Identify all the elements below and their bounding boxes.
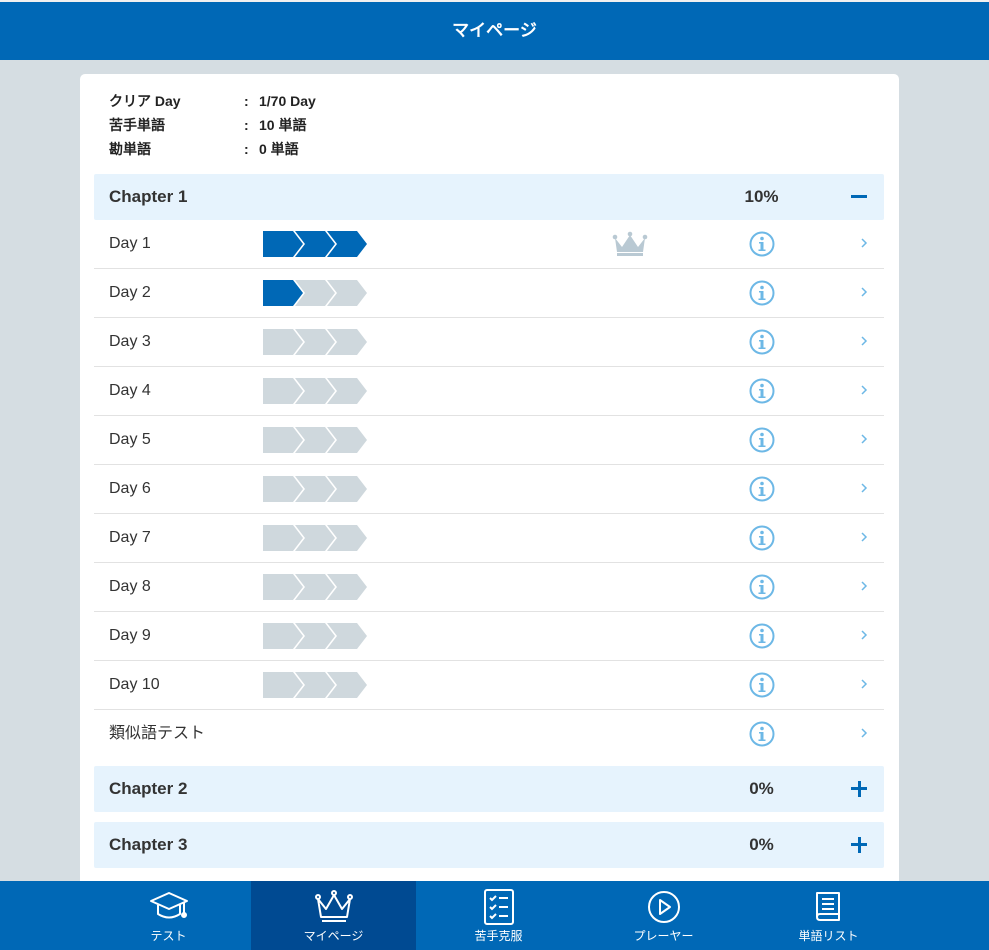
day-row[interactable]: Day 5 bbox=[94, 416, 884, 465]
nav-tab-label: プレーヤー bbox=[633, 929, 694, 943]
info-icon[interactable] bbox=[749, 672, 775, 698]
minus-icon[interactable] bbox=[851, 174, 869, 220]
day-label: Day 8 bbox=[109, 578, 151, 595]
page-title: マイページ bbox=[452, 21, 537, 40]
plus-icon[interactable] bbox=[851, 822, 869, 868]
info-icon[interactable] bbox=[749, 427, 775, 453]
day-row[interactable]: Day 3 bbox=[94, 318, 884, 367]
chevron-step-icon bbox=[263, 231, 367, 257]
day-label: Day 3 bbox=[109, 333, 151, 350]
chapter-header-2[interactable]: Chapter 2 0% bbox=[94, 766, 884, 812]
chevron-step-icon bbox=[263, 280, 367, 306]
day-row[interactable]: Day 9 bbox=[94, 612, 884, 661]
graduation-cap-icon bbox=[149, 892, 188, 919]
bottom-nav: テスト マイページ 苦手克服 プレーヤー 単語リスト bbox=[0, 881, 989, 950]
similar-test-label: 類似語テスト bbox=[109, 725, 206, 742]
info-icon[interactable] bbox=[749, 231, 775, 257]
chapter-header-3[interactable]: Chapter 3 0% bbox=[94, 822, 884, 868]
chevron-right-icon[interactable] bbox=[859, 480, 869, 496]
chevron-right-icon[interactable] bbox=[859, 382, 869, 398]
day-row[interactable]: Day 2 bbox=[94, 269, 884, 318]
day-label: Day 2 bbox=[109, 284, 151, 301]
chapter-name: Chapter 2 bbox=[109, 779, 188, 798]
chevron-step-icon bbox=[263, 329, 367, 355]
nav-tab-label: マイページ bbox=[303, 929, 364, 943]
chevron-step-icon bbox=[263, 476, 367, 502]
chevron-right-icon[interactable] bbox=[859, 284, 869, 300]
nav-tab-test[interactable]: テスト bbox=[86, 881, 251, 950]
chevron-right-icon[interactable] bbox=[859, 529, 869, 545]
info-icon[interactable] bbox=[749, 623, 775, 649]
chevron-step-icon bbox=[263, 427, 367, 453]
nav-tab-label: 苦手克服 bbox=[474, 929, 523, 943]
info-icon[interactable] bbox=[749, 525, 775, 551]
summary-row-guess-words: 勘単語 : 0 単語 bbox=[109, 141, 299, 157]
plus-icon[interactable] bbox=[851, 766, 869, 812]
chapter-percent: 10% bbox=[744, 187, 779, 206]
day-row[interactable]: Day 10 bbox=[94, 661, 884, 710]
day-row[interactable]: Day 4 bbox=[94, 367, 884, 416]
day-row[interactable]: Day 6 bbox=[94, 465, 884, 514]
day-label: Day 6 bbox=[109, 480, 151, 497]
chapter-name: Chapter 3 bbox=[109, 835, 188, 854]
chapter-name: Chapter 1 bbox=[109, 187, 188, 206]
info-icon[interactable] bbox=[749, 378, 775, 404]
similar-test-row[interactable]: 類似語テスト bbox=[94, 710, 884, 759]
day-row[interactable]: Day 7 bbox=[94, 514, 884, 563]
play-icon bbox=[647, 891, 680, 923]
info-icon[interactable] bbox=[749, 574, 775, 600]
info-icon[interactable] bbox=[749, 329, 775, 355]
summary: クリア Day : 1/70 Day 苦手単語 : 10 単語 勘単語 : 0 … bbox=[109, 89, 316, 161]
day-label: Day 9 bbox=[109, 627, 151, 644]
nav-tab-weak[interactable]: 苦手克服 bbox=[416, 881, 581, 950]
chapter-header-1[interactable]: Chapter 1 10% bbox=[94, 174, 884, 220]
chapter-percent: 0% bbox=[749, 779, 774, 798]
content-card: クリア Day : 1/70 Day 苦手単語 : 10 単語 勘単語 : 0 … bbox=[80, 74, 899, 904]
chevron-right-icon[interactable] bbox=[859, 333, 869, 349]
book-icon bbox=[815, 892, 840, 921]
chevron-step-icon bbox=[263, 623, 367, 649]
chevron-step-icon bbox=[263, 672, 367, 698]
chevron-step-icon bbox=[263, 574, 367, 600]
info-icon[interactable] bbox=[749, 721, 775, 747]
chapter-percent: 0% bbox=[749, 835, 774, 854]
crown-icon bbox=[314, 890, 353, 922]
chevron-step-icon bbox=[263, 525, 367, 551]
day-label: Day 1 bbox=[109, 235, 151, 252]
day-label: Day 4 bbox=[109, 382, 151, 399]
chevron-right-icon[interactable] bbox=[859, 578, 869, 594]
summary-row-cleared-days: クリア Day : 1/70 Day bbox=[109, 93, 316, 109]
checklist-icon bbox=[483, 889, 514, 925]
nav-tab-label: 単語リスト bbox=[798, 929, 859, 943]
nav-tab-label: テスト bbox=[150, 929, 187, 943]
nav-tab-mypage[interactable]: マイページ bbox=[251, 881, 416, 950]
info-icon[interactable] bbox=[749, 476, 775, 502]
day-label: Day 7 bbox=[109, 529, 151, 546]
summary-row-weak-words: 苦手単語 : 10 単語 bbox=[109, 117, 307, 133]
nav-tab-wordlist[interactable]: 単語リスト bbox=[746, 881, 911, 950]
day-list: Day 1 Day 2 Day 3 Day 4 Day 5 Day 6 Day … bbox=[94, 220, 884, 759]
chevron-right-icon[interactable] bbox=[859, 431, 869, 447]
day-label: Day 10 bbox=[109, 676, 160, 693]
chevron-right-icon[interactable] bbox=[859, 235, 869, 251]
crown-icon bbox=[612, 231, 648, 256]
top-bar: マイページ bbox=[0, 0, 989, 60]
day-row[interactable]: Day 8 bbox=[94, 563, 884, 612]
chevron-step-icon bbox=[263, 378, 367, 404]
chevron-right-icon[interactable] bbox=[859, 725, 869, 741]
day-label: Day 5 bbox=[109, 431, 151, 448]
chevron-right-icon[interactable] bbox=[859, 627, 869, 643]
info-icon[interactable] bbox=[749, 280, 775, 306]
chevron-right-icon[interactable] bbox=[859, 676, 869, 692]
day-row[interactable]: Day 1 bbox=[94, 220, 884, 269]
nav-tab-player[interactable]: プレーヤー bbox=[581, 881, 746, 950]
